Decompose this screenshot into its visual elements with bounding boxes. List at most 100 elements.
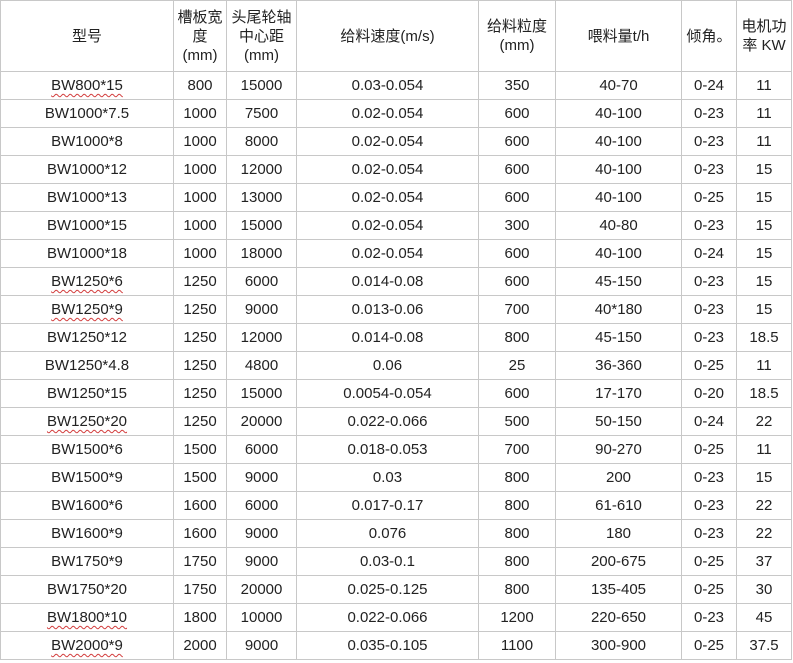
cell-axle-distance: 6000 bbox=[226, 267, 297, 296]
model-text: BW1250*15 bbox=[46, 385, 128, 402]
table-body: BW800*15 800 15000 0.03-0.054 350 40-70 0-24 11… bbox=[0, 71, 792, 660]
cell-feed-speed: 0.022-0.066 bbox=[296, 407, 479, 436]
cell-feed-size: 700 bbox=[478, 295, 556, 324]
cell-capacity: 17-170 bbox=[555, 379, 682, 408]
cell-motor-power: 45 bbox=[736, 603, 792, 632]
cell-feed-speed: 0.02-0.054 bbox=[296, 99, 479, 128]
cell-capacity: 180 bbox=[555, 519, 682, 548]
cell-model: BW800*15 bbox=[0, 71, 174, 100]
cell-feed-speed: 0.022-0.066 bbox=[296, 603, 479, 632]
header-model: 型号 bbox=[0, 0, 174, 72]
cell-angle: 0-23 bbox=[681, 127, 737, 156]
cell-feed-size: 1200 bbox=[478, 603, 556, 632]
cell-feed-size: 600 bbox=[478, 99, 556, 128]
cell-motor-power: 37.5 bbox=[736, 631, 792, 660]
header-axle-distance: 头尾轮轴中心距(mm) bbox=[226, 0, 297, 72]
cell-feed-size: 350 bbox=[478, 71, 556, 100]
table-row: BW800*15 800 15000 0.03-0.054 350 40-70 0-24 11 bbox=[0, 71, 792, 100]
cell-angle: 0-23 bbox=[681, 99, 737, 128]
table-row: BW1500*6 1500 6000 0.018-0.053 700 90-270 0-25… bbox=[0, 435, 792, 464]
header-angle: 倾角。 bbox=[681, 0, 737, 72]
table-row: BW1250*4.8 1250 4800 0.06 25 36-360 0-25 11 bbox=[0, 351, 792, 380]
cell-trough-width: 1250 bbox=[173, 351, 227, 380]
table-row: BW1000*18 1000 18000 0.02-0.054 600 40-100 0-2… bbox=[0, 239, 792, 268]
cell-motor-power: 15 bbox=[736, 183, 792, 212]
cell-feed-speed: 0.06 bbox=[296, 351, 479, 380]
cell-motor-power: 37 bbox=[736, 547, 792, 576]
cell-capacity: 50-150 bbox=[555, 407, 682, 436]
model-text: BW1250*4.8 bbox=[44, 357, 130, 374]
cell-angle: 0-25 bbox=[681, 631, 737, 660]
cell-motor-power: 22 bbox=[736, 407, 792, 436]
table-row: BW1250*9 1250 9000 0.013-0.06 700 40*180 0-23 1… bbox=[0, 295, 792, 324]
cell-axle-distance: 20000 bbox=[226, 407, 297, 436]
cell-feed-speed: 0.018-0.053 bbox=[296, 435, 479, 464]
cell-capacity: 200 bbox=[555, 463, 682, 492]
cell-trough-width: 1250 bbox=[173, 323, 227, 352]
header-capacity: 喂料量t/h bbox=[555, 0, 682, 72]
cell-motor-power: 15 bbox=[736, 463, 792, 492]
cell-trough-width: 1000 bbox=[173, 99, 227, 128]
cell-feed-speed: 0.02-0.054 bbox=[296, 155, 479, 184]
cell-axle-distance: 20000 bbox=[226, 575, 297, 604]
cell-angle: 0-25 bbox=[681, 547, 737, 576]
cell-axle-distance: 9000 bbox=[226, 463, 297, 492]
cell-feed-size: 25 bbox=[478, 351, 556, 380]
cell-axle-distance: 15000 bbox=[226, 211, 297, 240]
cell-capacity: 90-270 bbox=[555, 435, 682, 464]
cell-trough-width: 1000 bbox=[173, 239, 227, 268]
cell-motor-power: 22 bbox=[736, 491, 792, 520]
model-text: BW1800*10 bbox=[46, 609, 128, 626]
cell-angle: 0-23 bbox=[681, 603, 737, 632]
header-feed-size: 给料粒度(mm) bbox=[478, 0, 556, 72]
table-row: BW1800*10 1800 10000 0.022-0.066 1200 220-650… bbox=[0, 603, 792, 632]
table-row: BW1500*9 1500 9000 0.03 800 200 0-23 15 bbox=[0, 463, 792, 492]
cell-axle-distance: 18000 bbox=[226, 239, 297, 268]
cell-motor-power: 15 bbox=[736, 295, 792, 324]
cell-feed-size: 800 bbox=[478, 575, 556, 604]
cell-feed-size: 600 bbox=[478, 183, 556, 212]
cell-feed-size: 600 bbox=[478, 155, 556, 184]
cell-trough-width: 1000 bbox=[173, 127, 227, 156]
cell-axle-distance: 12000 bbox=[226, 323, 297, 352]
cell-angle: 0-24 bbox=[681, 239, 737, 268]
cell-feed-size: 800 bbox=[478, 463, 556, 492]
model-text: BW1500*9 bbox=[51, 469, 123, 486]
cell-feed-speed: 0.0054-0.054 bbox=[296, 379, 479, 408]
cell-motor-power: 15 bbox=[736, 267, 792, 296]
cell-angle: 0-25 bbox=[681, 435, 737, 464]
table-row: BW1250*20 1250 20000 0.022-0.066 500 50-150 0-… bbox=[0, 407, 792, 436]
model-text: BW1000*8 bbox=[51, 133, 123, 150]
cell-model: BW1000*15 bbox=[0, 211, 174, 240]
table-header: 型号 槽板宽度(mm) 头尾轮轴中心距(mm) 给料速度(m/s) 给料粒度(m… bbox=[0, 0, 792, 72]
table-row: BW1250*12 1250 12000 0.014-0.08 800 45-150 0-2… bbox=[0, 323, 792, 352]
cell-model: BW1500*9 bbox=[0, 463, 174, 492]
cell-motor-power: 18.5 bbox=[736, 379, 792, 408]
cell-trough-width: 1500 bbox=[173, 435, 227, 464]
cell-capacity: 300-900 bbox=[555, 631, 682, 660]
cell-feed-speed: 0.02-0.054 bbox=[296, 183, 479, 212]
model-text: BW1000*13 bbox=[46, 189, 128, 206]
cell-angle: 0-23 bbox=[681, 295, 737, 324]
cell-model: BW1600*9 bbox=[0, 519, 174, 548]
cell-feed-speed: 0.03 bbox=[296, 463, 479, 492]
cell-feed-size: 800 bbox=[478, 491, 556, 520]
cell-axle-distance: 6000 bbox=[226, 491, 297, 520]
cell-capacity: 36-360 bbox=[555, 351, 682, 380]
cell-axle-distance: 9000 bbox=[226, 295, 297, 324]
cell-trough-width: 1250 bbox=[173, 267, 227, 296]
cell-feed-size: 600 bbox=[478, 267, 556, 296]
cell-feed-size: 300 bbox=[478, 211, 556, 240]
table-row: BW1250*6 1250 6000 0.014-0.08 600 45-150 0-23 1… bbox=[0, 267, 792, 296]
model-text: BW1250*6 bbox=[51, 273, 123, 290]
model-text: BW1250*9 bbox=[51, 301, 123, 318]
cell-angle: 0-23 bbox=[681, 519, 737, 548]
cell-trough-width: 1250 bbox=[173, 379, 227, 408]
cell-trough-width: 1000 bbox=[173, 183, 227, 212]
cell-motor-power: 15 bbox=[736, 155, 792, 184]
cell-feed-speed: 0.013-0.06 bbox=[296, 295, 479, 324]
model-text: BW2000*9 bbox=[51, 637, 123, 654]
cell-axle-distance: 15000 bbox=[226, 71, 297, 100]
cell-model: BW1000*12 bbox=[0, 155, 174, 184]
cell-feed-speed: 0.02-0.054 bbox=[296, 211, 479, 240]
